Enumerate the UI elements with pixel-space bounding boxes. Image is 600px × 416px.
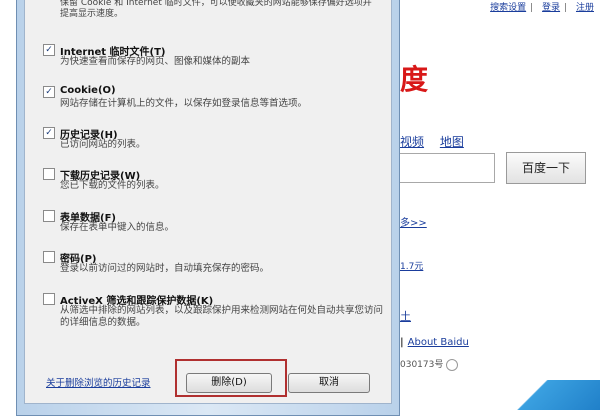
- option-desc: 网站存储在计算机上的文件，以保存如登录信息等首选项。: [60, 98, 308, 109]
- nav-link-map[interactable]: 地图: [440, 135, 464, 149]
- cancel-button[interactable]: 取消: [288, 373, 370, 393]
- option-title: Cookie(O): [60, 85, 116, 96]
- more-link[interactable]: 多>>: [400, 214, 427, 229]
- settings-link[interactable]: 搜索设置: [490, 3, 526, 13]
- checkbox-history[interactable]: ✓: [43, 127, 55, 139]
- corner-decoration: [470, 380, 600, 410]
- about-separator: |: [400, 337, 404, 348]
- checkbox-download-history[interactable]: [43, 168, 55, 180]
- checkbox-temp-files[interactable]: ✓: [43, 44, 55, 56]
- search-input[interactable]: [398, 153, 495, 183]
- option-desc: 您已下载的文件的列表。: [60, 180, 165, 191]
- login-link[interactable]: 登录: [542, 3, 560, 13]
- tu-link[interactable]: 土: [400, 308, 411, 324]
- icp-text: 030173号: [400, 357, 459, 371]
- dialog-intro-text: 保留 Cookie 和 Internet 临时文件，可以使收藏夹的网站能够保存偏…: [60, 0, 372, 19]
- option-desc: 已访问网站的列表。: [60, 139, 146, 150]
- checkbox-form-data[interactable]: [43, 210, 55, 222]
- search-nav: 视频 地图: [400, 133, 476, 150]
- option-desc: 为快速查看而保存的网页、图像和媒体的副本: [60, 56, 251, 67]
- icp-number: 030173号: [400, 360, 444, 370]
- delete-button[interactable]: 删除(D): [186, 373, 272, 393]
- checkbox-activex-tracking[interactable]: [43, 293, 55, 305]
- about-baidu-link[interactable]: About Baidu: [408, 337, 469, 348]
- top-links: 搜索设置 | 登录 | 注册: [490, 3, 594, 13]
- checkbox-passwords[interactable]: [43, 251, 55, 263]
- baidu-logo-fragment: 度: [400, 63, 429, 96]
- checkbox-cookie[interactable]: ✓: [43, 86, 55, 98]
- search-button[interactable]: 百度一下: [506, 152, 586, 184]
- option-desc: 保存在表单中键入的信息。: [60, 222, 175, 233]
- about-row: | About Baidu: [400, 337, 469, 348]
- price-link[interactable]: 1.7元: [400, 259, 423, 272]
- police-badge-icon: [446, 358, 459, 371]
- option-desc: 从筛选中排除的网站列表，以及跟踪保护用来检测网站在何处自动共享您访问的详细信息的…: [60, 305, 384, 328]
- register-link[interactable]: 注册: [576, 3, 594, 13]
- nav-link-video[interactable]: 视频: [400, 135, 424, 149]
- about-history-link[interactable]: 关于删除浏览的历史记录: [46, 375, 151, 389]
- option-desc: 登录以前访问过的网站时，自动填充保存的密码。: [60, 263, 270, 274]
